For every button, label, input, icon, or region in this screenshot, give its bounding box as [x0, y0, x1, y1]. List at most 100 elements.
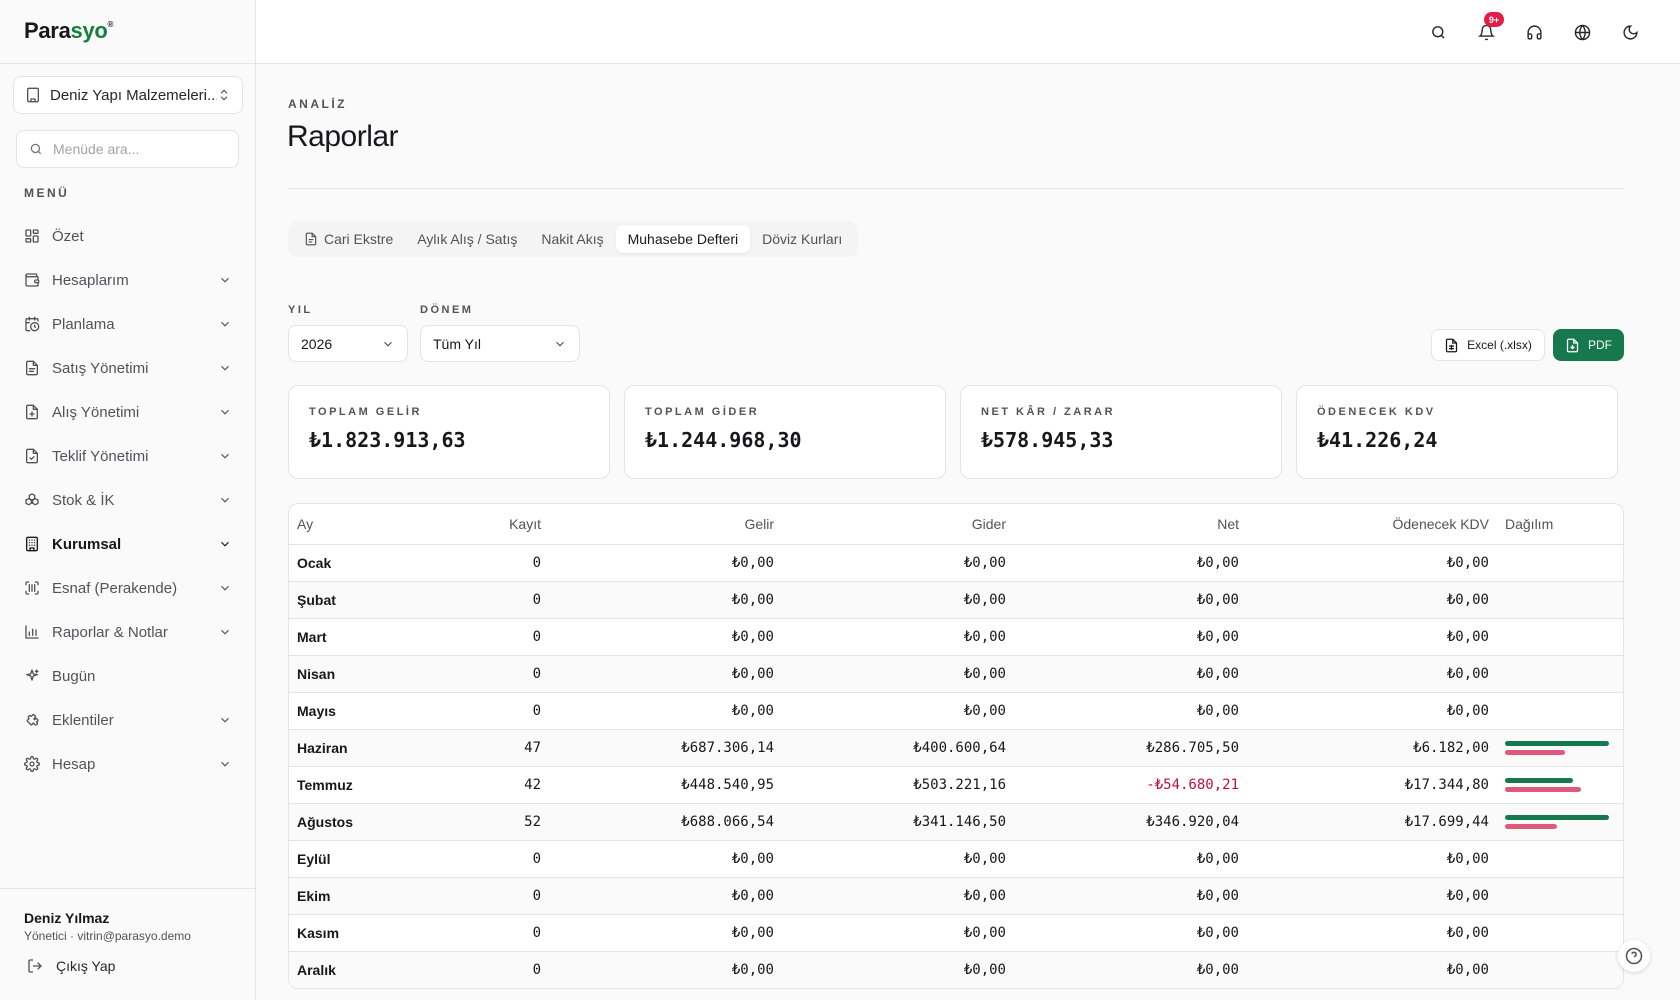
col-count[interactable]: Kayıt	[409, 504, 549, 545]
sidebar-item-12[interactable]: Hesap	[12, 742, 244, 786]
cell-count: 0	[409, 951, 549, 988]
moon-icon	[1622, 24, 1638, 40]
sidebar-item-1[interactable]: Hesaplarım	[12, 258, 244, 302]
cell-vat: ₺0,00	[1247, 914, 1497, 952]
summary-card-label: NET KÂR / ZARAR	[981, 406, 1116, 418]
table-row[interactable]: Ağustos 52 ₺688.066,54 ₺341.146,50 ₺346.…	[289, 803, 1623, 841]
document-icon	[305, 232, 317, 246]
cell-expense: ₺0,00	[782, 692, 1014, 730]
summary-card-value: ₺578.945,33	[981, 428, 1114, 452]
tab-1[interactable]: Aylık Alış / Satış	[405, 225, 529, 253]
table-row[interactable]: Mayıs 0 ₺0,00 ₺0,00 ₺0,00 ₺0,00	[289, 692, 1623, 730]
cell-distribution	[1497, 951, 1623, 988]
company-selector[interactable]: Deniz Yapı Malzemeleri...	[13, 76, 243, 114]
cell-month: Nisan	[289, 655, 409, 693]
cell-count: 0	[409, 618, 549, 656]
cell-expense: ₺400.600,64	[782, 729, 1014, 767]
col-net[interactable]: Net	[1014, 504, 1247, 545]
sidebar: Parasyo® Deniz Yapı Malzemeleri... MENÜ …	[0, 0, 256, 1000]
logout-button[interactable]: Çıkış Yap	[27, 958, 115, 974]
cell-vat: ₺0,00	[1247, 581, 1497, 619]
sidebar-item-3[interactable]: Satış Yönetimi	[12, 346, 244, 390]
tab-2[interactable]: Nakit Akış	[529, 225, 615, 253]
tab-0[interactable]: Cari Ekstre	[292, 225, 405, 253]
table-row[interactable]: Haziran 47 ₺687.306,14 ₺400.600,64 ₺286.…	[289, 729, 1623, 767]
sidebar-item-6[interactable]: Stok & İK	[12, 478, 244, 522]
search-icon	[1431, 25, 1445, 39]
table-row[interactable]: Ocak 0 ₺0,00 ₺0,00 ₺0,00 ₺0,00	[289, 544, 1623, 582]
table-row[interactable]: Temmuz 42 ₺448.540,95 ₺503.221,16 -₺54.6…	[289, 766, 1623, 804]
cell-distribution	[1497, 729, 1623, 767]
cell-income: ₺0,00	[549, 951, 782, 988]
sidebar-item-7[interactable]: Kurumsal	[12, 522, 244, 566]
col-vat[interactable]: Ödenecek KDV	[1247, 504, 1497, 545]
cell-distribution	[1497, 692, 1623, 730]
chevron-down-icon	[221, 277, 229, 283]
tab-4[interactable]: Döviz Kurları	[750, 225, 854, 253]
cell-income: ₺0,00	[549, 544, 782, 582]
cell-vat: ₺17.699,44	[1247, 803, 1497, 841]
menu-search-input[interactable]	[53, 141, 223, 157]
cell-month: Eylül	[289, 840, 409, 878]
cell-net: -₺54.680,21	[1014, 766, 1247, 804]
sidebar-item-4[interactable]: Alış Yönetimi	[12, 390, 244, 434]
cell-net: ₺0,00	[1014, 877, 1247, 915]
col-expense[interactable]: Gider	[782, 504, 1014, 545]
cell-distribution	[1497, 914, 1623, 952]
brand-logo[interactable]: Parasyo®	[24, 18, 113, 44]
cell-expense: ₺0,00	[782, 951, 1014, 988]
support-button[interactable]	[1522, 20, 1546, 44]
tab-label: Döviz Kurları	[762, 231, 843, 247]
sidebar-nav: Özet Hesaplarım Planlama Satış Yönetimi Alış…	[12, 214, 244, 786]
export-pdf-button[interactable]: PDF	[1553, 329, 1624, 361]
sidebar-item-8[interactable]: Esnaf (Perakende)	[12, 566, 244, 610]
help-button[interactable]	[1618, 940, 1650, 972]
table-row[interactable]: Nisan 0 ₺0,00 ₺0,00 ₺0,00 ₺0,00	[289, 655, 1623, 693]
sidebar-item-11[interactable]: Eklentiler	[12, 698, 244, 742]
sidebar-item-2[interactable]: Planlama	[12, 302, 244, 346]
tab-label: Aylık Alış / Satış	[417, 231, 518, 247]
cell-vat: ₺0,00	[1247, 951, 1497, 988]
search-icon	[30, 143, 42, 155]
bar-chart-icon	[25, 625, 39, 639]
sidebar-item-5[interactable]: Teklif Yönetimi	[12, 434, 244, 478]
cell-vat: ₺6.182,00	[1247, 729, 1497, 767]
table-row[interactable]: Mart 0 ₺0,00 ₺0,00 ₺0,00 ₺0,00	[289, 618, 1623, 656]
language-button[interactable]	[1570, 20, 1594, 44]
export-excel-button[interactable]: Excel (.xlsx)	[1431, 329, 1545, 361]
cell-net: ₺0,00	[1014, 655, 1247, 693]
table-row[interactable]: Ekim 0 ₺0,00 ₺0,00 ₺0,00 ₺0,00	[289, 877, 1623, 915]
cell-expense: ₺0,00	[782, 914, 1014, 952]
cell-net: ₺0,00	[1014, 840, 1247, 878]
user-name: Deniz Yılmaz	[24, 910, 110, 926]
table-row[interactable]: Aralık 0 ₺0,00 ₺0,00 ₺0,00 ₺0,00	[289, 951, 1623, 988]
search-button[interactable]	[1426, 20, 1450, 44]
year-select[interactable]: 2026	[288, 325, 408, 362]
theme-toggle-button[interactable]	[1618, 20, 1642, 44]
page-title: Raporlar	[287, 120, 399, 153]
table-row[interactable]: Eylül 0 ₺0,00 ₺0,00 ₺0,00 ₺0,00	[289, 840, 1623, 878]
cell-net: ₺0,00	[1014, 914, 1247, 952]
chevron-down-icon	[221, 409, 229, 415]
col-income[interactable]: Gelir	[549, 504, 782, 545]
cell-distribution	[1497, 766, 1623, 804]
cell-income: ₺0,00	[549, 877, 782, 915]
cell-net: ₺0,00	[1014, 618, 1247, 656]
table-row[interactable]: Kasım 0 ₺0,00 ₺0,00 ₺0,00 ₺0,00	[289, 914, 1623, 952]
headset-icon	[1526, 24, 1542, 40]
sidebar-item-label: Teklif Yönetimi	[52, 447, 149, 465]
tab-3[interactable]: Muhasebe Defteri	[615, 225, 751, 253]
sidebar-item-9[interactable]: Raporlar & Notlar	[12, 610, 244, 654]
summary-card-label: ÖDENECEK KDV	[1317, 406, 1436, 418]
chevron-down-icon	[556, 341, 564, 347]
cell-income: ₺0,00	[549, 581, 782, 619]
col-month[interactable]: Ay	[289, 504, 409, 545]
table-row[interactable]: Şubat 0 ₺0,00 ₺0,00 ₺0,00 ₺0,00	[289, 581, 1623, 619]
period-select[interactable]: Tüm Yıl	[420, 325, 580, 362]
sidebar-item-0[interactable]: Özet	[12, 214, 244, 258]
header-divider	[288, 188, 1624, 189]
cell-net: ₺286.705,50	[1014, 729, 1247, 767]
sidebar-item-10[interactable]: Bugün	[12, 654, 244, 698]
cell-expense: ₺0,00	[782, 877, 1014, 915]
col-distribution[interactable]: Dağılım	[1497, 504, 1623, 545]
